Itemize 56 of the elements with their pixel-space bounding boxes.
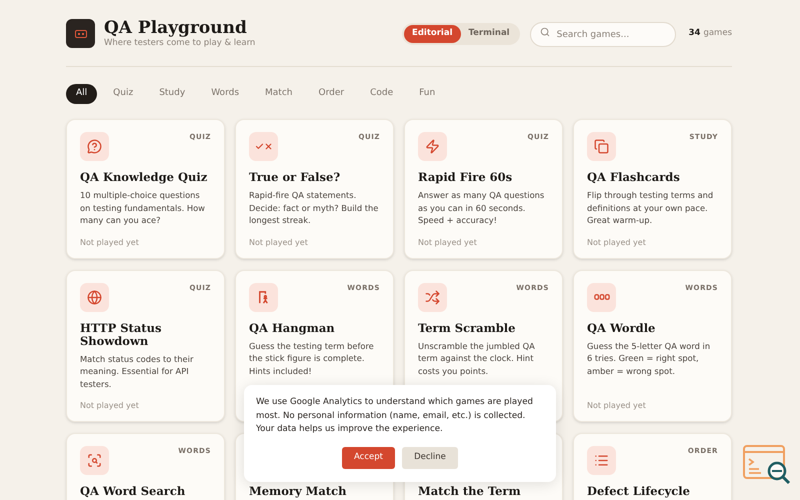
game-title: Memory Match (249, 485, 348, 498)
question-bubble-icon (80, 132, 109, 161)
game-title: QA Word Search (80, 485, 186, 498)
game-title: QA Knowledge Quiz (80, 171, 208, 184)
search-square-icon (80, 446, 109, 475)
check-cross-icon (249, 132, 278, 161)
play-status: Not played yet (418, 236, 478, 248)
game-title: Term Scramble (418, 322, 516, 334)
play-status: Not played yet (587, 236, 647, 248)
lightning-icon (418, 132, 447, 161)
three-tiles-icon (587, 282, 616, 312)
list-icon (587, 446, 616, 475)
search-field[interactable]: Search games... (530, 22, 676, 48)
game-title: Match the Term (418, 485, 522, 498)
filter-chip[interactable]: Words (201, 84, 250, 104)
theme-tab[interactable]: Editorial (404, 24, 460, 42)
browser-magnifier-icon[interactable] (741, 445, 793, 487)
game-title: QA Hangman (249, 322, 336, 334)
game-description: Guess the testing term before the stick figure is complete. Hints included! (249, 340, 375, 377)
game-title: HTTP Status Showdown (80, 322, 162, 348)
filter-chip[interactable]: Match (255, 84, 302, 104)
game-count: 34 (688, 27, 700, 40)
filter-chip[interactable]: Order (308, 84, 354, 104)
game-description: Answer as many QA questions as you can in 60 seconds. Speed + accuracy! (418, 189, 546, 226)
hangman-icon (249, 282, 278, 312)
search-icon (540, 27, 550, 38)
shuffle-icon (418, 282, 447, 312)
game-description: Unscramble the jumbled QA term against the clock. Hint costs you points. (418, 340, 536, 377)
game-count-label: games (703, 27, 732, 40)
game-description: Match status codes to their meaning. Essential for API testers. (80, 352, 194, 390)
game-description: 10 multiple-choice questions on testing fundamentals. How many can you ace? (80, 189, 206, 226)
play-status: Not played yet (80, 400, 140, 412)
filter-chip[interactable]: Quiz (103, 84, 144, 104)
accept-button[interactable]: Accept (342, 446, 395, 468)
game-description: Rapid-fire QA statements. Decide: fact or myth? Build the longest streak. (249, 189, 380, 226)
stacked-cards-icon (587, 132, 616, 161)
game-description: Flip through testing terms and definitions at your own pace. Great warm-up. (587, 189, 714, 226)
play-status: Not played yet (249, 236, 309, 248)
game-title: Defect Lifecycle (587, 485, 691, 498)
play-status: Not played yet (587, 400, 647, 412)
game-description: Guess the 5-letter QA word in 6 tries. Green = right spot, amber = wrong spot. (587, 340, 712, 377)
play-status: Not played yet (80, 236, 140, 248)
game-title: Rapid Fire 60s (418, 171, 514, 184)
game-title: QA Wordle (587, 322, 656, 334)
theme-tab[interactable]: Terminal (460, 24, 518, 42)
filter-chip[interactable]: Fun (409, 84, 446, 104)
decline-button[interactable]: Decline (402, 446, 458, 468)
globe-icon (80, 282, 109, 312)
filter-chip[interactable]: Study (149, 84, 196, 104)
logo-icon (66, 19, 95, 48)
app-title: QA Playground (104, 18, 248, 38)
app-subtitle: Where testers come to play & learn (104, 38, 256, 49)
filter-chip[interactable]: All (66, 84, 98, 104)
filter-chip[interactable]: Code (360, 84, 404, 104)
game-title: QA Flashcards (587, 171, 681, 184)
game-title: True or False? (249, 171, 342, 184)
